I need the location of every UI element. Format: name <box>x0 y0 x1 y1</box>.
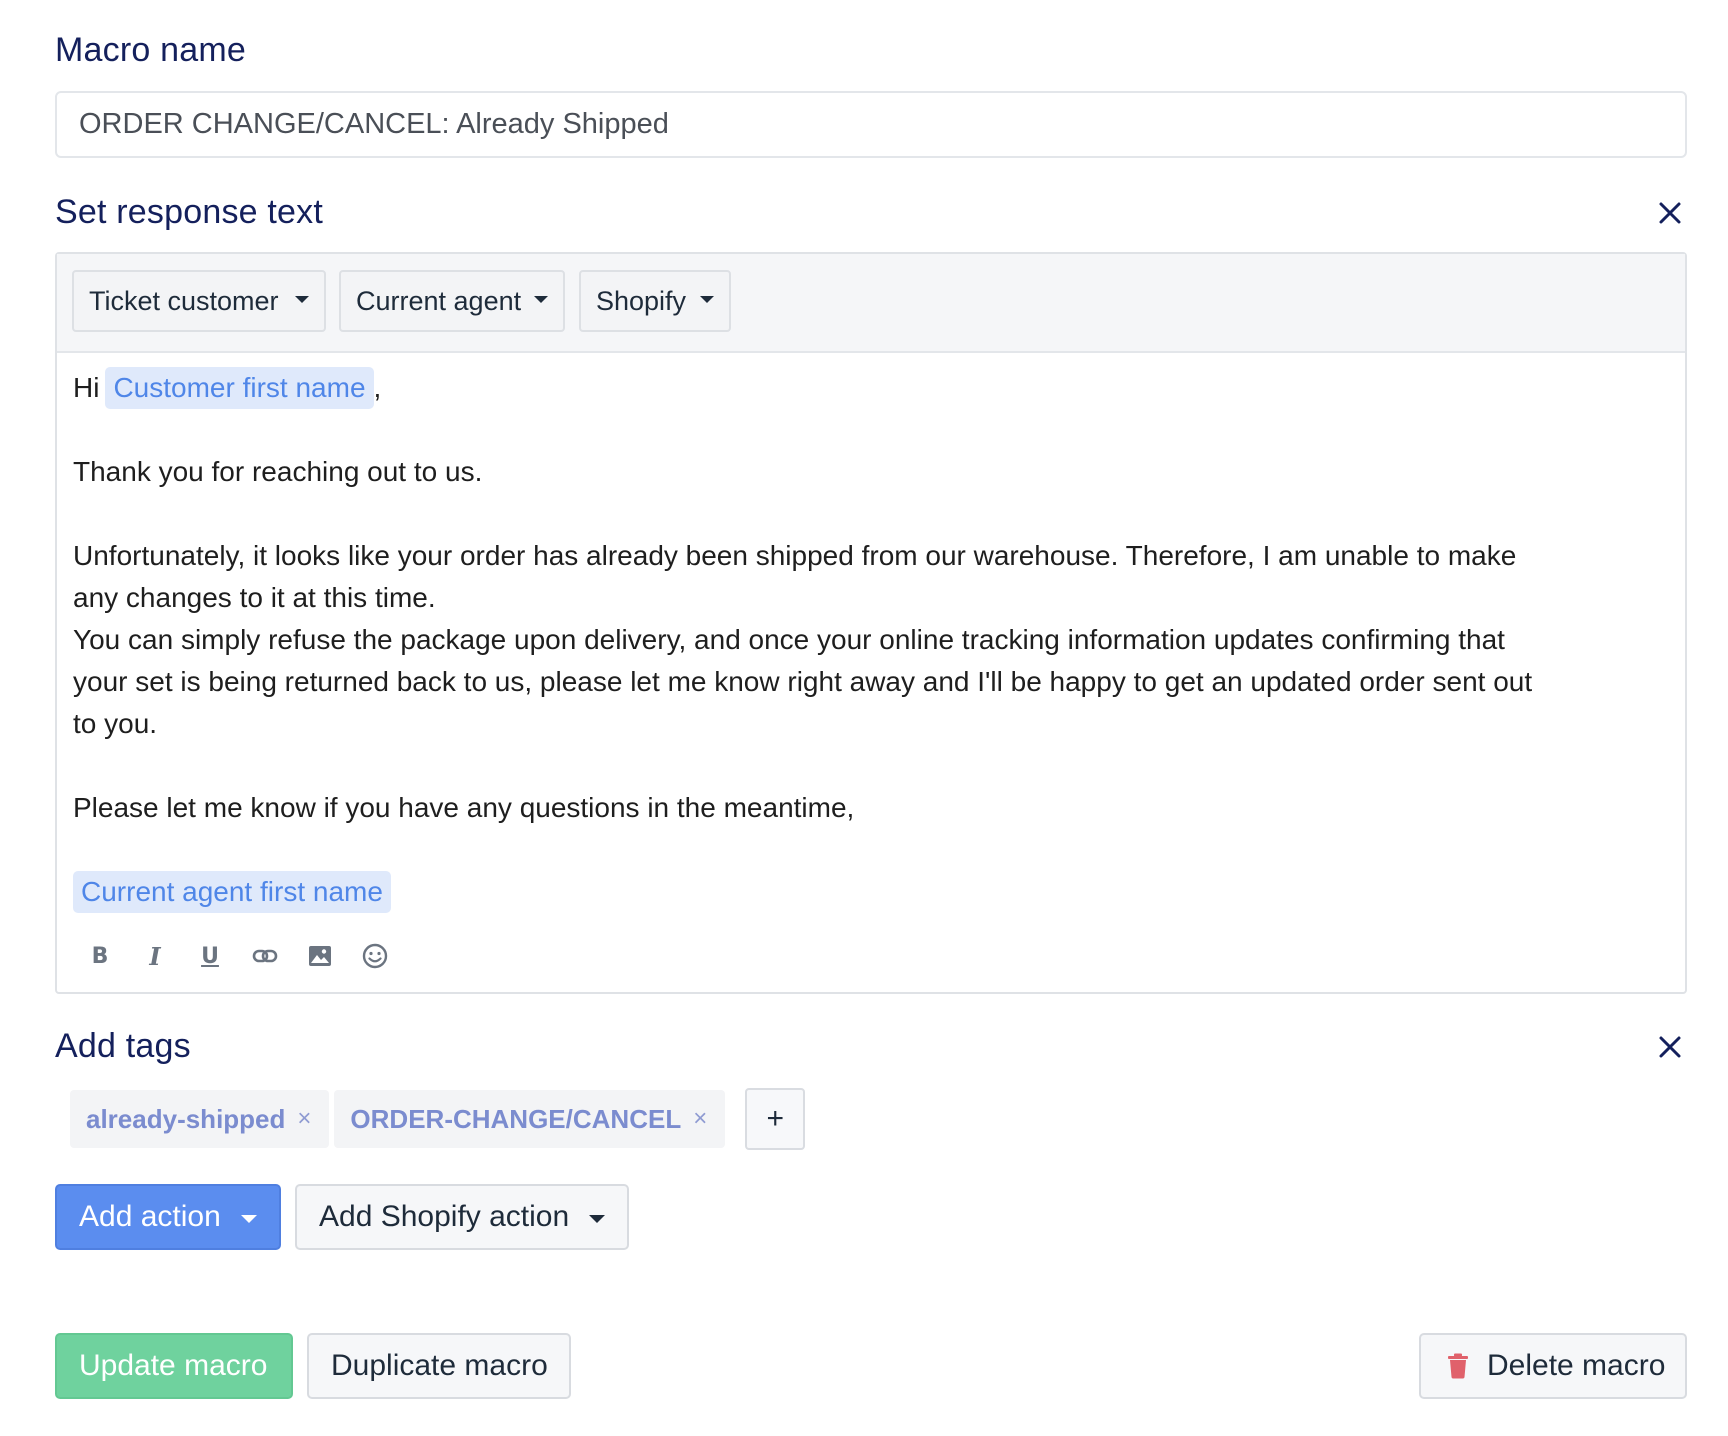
duplicate-macro-button[interactable]: Duplicate macro <box>307 1333 571 1399</box>
italic-button[interactable]: I <box>138 939 172 973</box>
greeting-suffix: , <box>373 372 382 403</box>
body-line: Please let me know if you have any quest… <box>73 792 855 823</box>
add-shopify-action-button[interactable]: Add Shopify action <box>295 1184 629 1250</box>
delete-macro-label: Delete macro <box>1487 1349 1666 1382</box>
body-line: Thank you for reaching out to us. <box>73 456 483 487</box>
chevron-down-icon <box>534 296 548 303</box>
chevron-down-icon <box>241 1215 257 1223</box>
bold-button[interactable]: B <box>83 939 117 973</box>
body-line: You can simply refuse the package upon d… <box>73 624 1505 655</box>
signature-line: Current agent first name <box>73 871 1663 913</box>
delete-macro-button[interactable]: Delete macro <box>1419 1333 1687 1399</box>
greeting-line: Hi Customer first name, <box>73 367 1663 409</box>
body-line: any changes to it at this time. <box>73 582 436 613</box>
add-shopify-action-label: Add Shopify action <box>319 1200 570 1233</box>
shopify-dropdown-label: Shopify <box>596 285 687 316</box>
underline-button[interactable]: U <box>193 939 227 973</box>
current-agent-first-name-variable[interactable]: Current agent first name <box>73 871 391 913</box>
update-macro-button[interactable]: Update macro <box>55 1333 293 1399</box>
link-icon[interactable] <box>248 939 282 973</box>
response-editor[interactable]: Ticket customer Current agent Shopify Hi… <box>55 252 1687 994</box>
macro-name-label: Macro name <box>55 31 246 69</box>
emoji-icon[interactable] <box>358 939 392 973</box>
tag-chip: ORDER-CHANGE/CANCEL × <box>334 1090 726 1148</box>
add-action-button[interactable]: Add action <box>55 1184 281 1250</box>
close-icon[interactable] <box>1653 196 1687 230</box>
add-tag-button[interactable]: + <box>745 1088 806 1150</box>
add-action-label: Add action <box>79 1200 221 1233</box>
response-text-title: Set response text <box>55 193 323 231</box>
tags-list: already-shipped × ORDER-CHANGE/CANCEL × … <box>70 1088 806 1150</box>
remove-tag-icon[interactable]: × <box>297 1105 311 1133</box>
chevron-down-icon <box>589 1215 605 1223</box>
tag-chip: already-shipped × <box>70 1090 330 1148</box>
body-line: Unfortunately, it looks like your order … <box>73 540 1517 571</box>
tag-label: already-shipped <box>86 1103 286 1134</box>
close-icon[interactable] <box>1653 1030 1687 1064</box>
tag-label: ORDER-CHANGE/CANCEL <box>350 1103 682 1134</box>
add-tags-title: Add tags <box>55 1027 191 1065</box>
format-toolbar: B I U <box>83 936 413 976</box>
macro-name-input[interactable] <box>55 91 1687 158</box>
ticket-customer-dropdown[interactable]: Ticket customer <box>72 270 326 332</box>
greeting-prefix: Hi <box>73 372 100 403</box>
image-icon[interactable] <box>303 939 337 973</box>
chevron-down-icon <box>700 296 714 303</box>
remove-tag-icon[interactable]: × <box>693 1105 707 1133</box>
response-body[interactable]: Hi Customer first name, Thank you for rea… <box>73 367 1663 913</box>
customer-first-name-variable[interactable]: Customer first name <box>105 367 374 409</box>
body-line: to you. <box>73 708 158 739</box>
shopify-dropdown[interactable]: Shopify <box>579 270 731 332</box>
current-agent-dropdown[interactable]: Current agent <box>339 270 565 332</box>
variable-toolbar: Ticket customer Current agent Shopify <box>57 254 1685 353</box>
trash-icon <box>1447 1353 1469 1379</box>
ticket-customer-dropdown-label: Ticket customer <box>89 285 279 316</box>
current-agent-dropdown-label: Current agent <box>356 285 522 316</box>
chevron-down-icon <box>295 296 309 303</box>
body-line: your set is being returned back to us, p… <box>73 666 1533 697</box>
